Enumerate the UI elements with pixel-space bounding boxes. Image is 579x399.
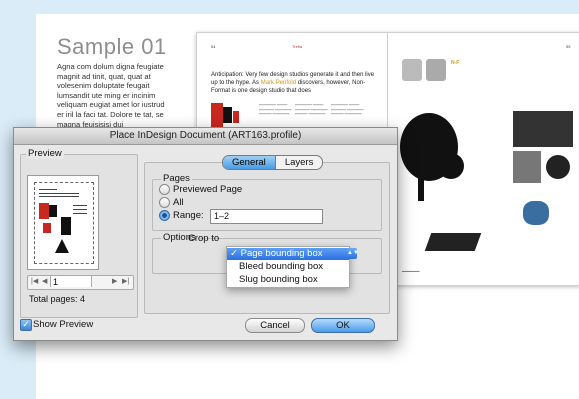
left-page-number: 54 (211, 44, 216, 49)
right-header-label: N-F (451, 60, 460, 66)
check-icon: ✓ (230, 248, 238, 259)
spread-intro-text: Anticipation: Very few design studios ge… (211, 72, 375, 94)
show-preview-checkbox[interactable]: ✓ (20, 319, 32, 331)
crop-to-label: Crop to (188, 233, 220, 244)
last-page-icon[interactable]: ▶| (122, 277, 129, 285)
popup-arrows-icon[interactable]: ▲▼ (347, 248, 359, 259)
text-column: ━━━━━━━━ ━━━━━ ━━━━━━━ ━━━━━━━━ ━━━━━━ ━… (295, 103, 328, 117)
preview-thumbnail (27, 175, 99, 270)
thumbnail-page (34, 182, 94, 264)
right-page-number: 55 (566, 44, 571, 49)
crop-to-menu[interactable]: ✓ Page bounding box Bleed bounding box S… (226, 246, 350, 288)
spread-header-label: Trefla (292, 44, 303, 49)
radio-previewed-page[interactable]: Previewed Page (159, 184, 242, 195)
tab-control: General Layers (222, 155, 324, 170)
ink-drip (418, 173, 424, 201)
thumb-black-artwork (49, 205, 57, 217)
thumb-red-artwork (39, 203, 49, 219)
photo-block (513, 111, 573, 147)
range-input[interactable]: 1–2 (210, 209, 323, 224)
thumb-red-artwork (43, 223, 51, 233)
radio-button[interactable] (159, 197, 170, 208)
portrait-photo (426, 59, 446, 81)
intro-highlight-name: Mark Penfold (260, 80, 297, 86)
menu-item-slug-bounding-box[interactable]: Slug bounding box (227, 274, 349, 286)
page-navigator: |◀ ◀ 1 ▶ ▶| (27, 275, 134, 290)
preview-label: Preview (26, 148, 64, 159)
portrait-photo (402, 59, 422, 81)
pages-label: Pages (161, 173, 192, 184)
thumb-black-artwork (61, 217, 71, 235)
next-page-icon[interactable]: ▶ (112, 277, 117, 285)
first-page-icon[interactable]: |◀ (31, 277, 38, 285)
black-artwork (223, 107, 232, 123)
text-column: ━━━━━━━━ ━━━━━ ━━━━━━━ ━━━━━━━━ ━━━━━━ ━… (259, 103, 292, 117)
tab-general[interactable]: General (223, 156, 276, 169)
dialog-title: Place InDesign Document (ART163.profile) (14, 128, 397, 145)
text-column: ━━━━━━━━ ━━━━━ ━━━━━━━ ━━━━━━━━ ━━━━━━ ━… (331, 103, 364, 117)
page-number-field[interactable]: 1 (50, 276, 92, 287)
balloon-dog (523, 201, 549, 225)
sample-body-text: Agna com dolum digna feugiate magnit ad … (57, 62, 165, 129)
radio-all[interactable]: All (159, 197, 184, 208)
radio-previewed-label: Previewed Page (173, 184, 243, 195)
menu-item-page-bounding-box[interactable]: ✓ Page bounding box (227, 248, 349, 260)
sticker-artwork (424, 233, 482, 251)
show-preview-label: Show Preview (33, 319, 94, 330)
radio-range-label: Range: (173, 210, 204, 221)
ok-button[interactable]: OK (311, 318, 375, 333)
sample-title: Sample 01 (57, 34, 167, 59)
cancel-button[interactable]: Cancel (245, 318, 305, 333)
tab-layers[interactable]: Layers (276, 156, 323, 169)
radio-button[interactable] (159, 184, 170, 195)
ink-splash-artwork (438, 153, 464, 179)
menu-item-bleed-bounding-box[interactable]: Bleed bounding box (227, 261, 349, 273)
red-artwork (211, 103, 223, 127)
footer-text: ▬▬▬▬▬ (402, 269, 420, 273)
photo-block (513, 151, 541, 183)
vinyl-record (546, 155, 570, 179)
thumb-triangle (55, 239, 69, 253)
radio-button-selected[interactable] (159, 210, 170, 221)
radio-range[interactable]: Range: (159, 210, 204, 221)
total-pages: Total pages: 4 (29, 294, 86, 304)
prev-page-icon[interactable]: ◀ (42, 277, 47, 285)
spread-right-page: 55 N-F ▬▬▬▬▬ (388, 33, 579, 285)
radio-all-label: All (173, 197, 184, 208)
red-artwork-small (233, 111, 239, 123)
